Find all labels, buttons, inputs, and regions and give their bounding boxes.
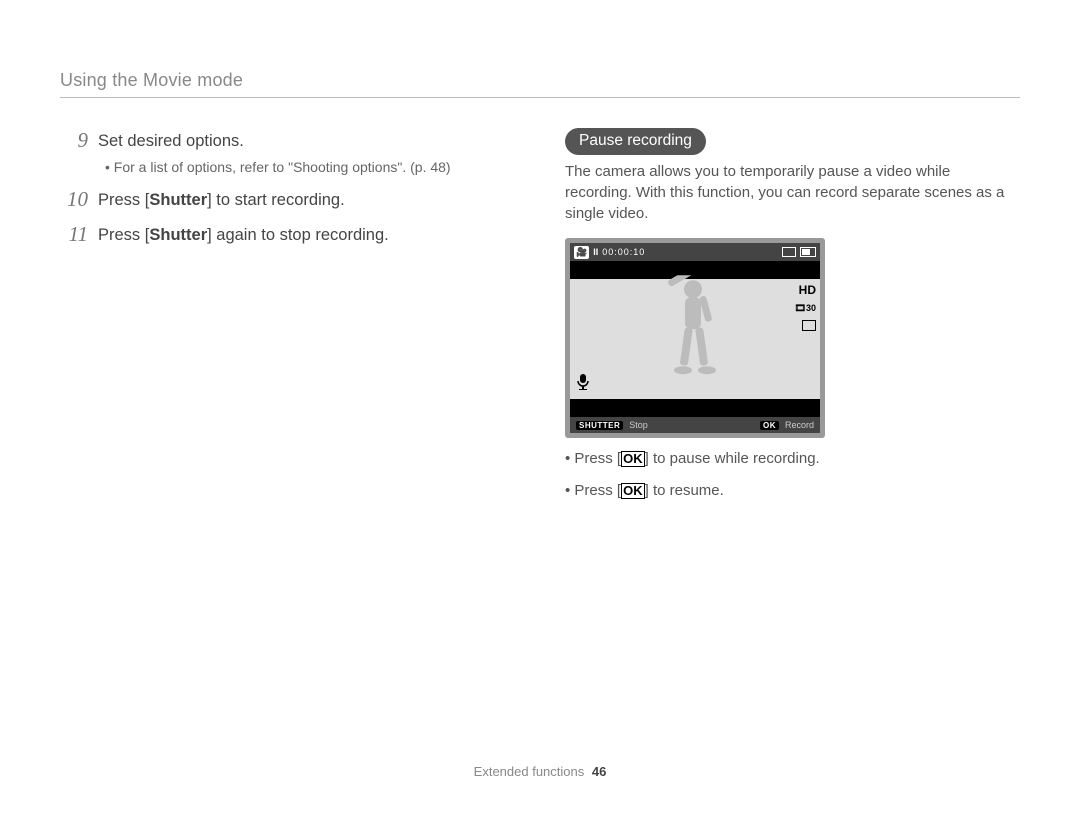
subsection-heading: Pause recording	[565, 128, 706, 155]
step-9: 9 Set desired options.	[60, 128, 515, 153]
page-section-title: Using the Movie mode	[60, 70, 1020, 91]
step-11: 11 Press [Shutter] again to stop recordi…	[60, 222, 515, 247]
ok-key-icon: OK	[621, 483, 645, 499]
fps-indicator: 🎞30	[795, 303, 816, 314]
ok-keycap: OK	[760, 421, 779, 430]
left-column: 9 Set desired options. For a list of opt…	[60, 128, 515, 502]
step-number: 11	[60, 222, 88, 247]
lcd-status-bar: 🎥 II 00:00:10	[570, 243, 820, 261]
battery-icon	[800, 247, 816, 257]
step-text: Press [Shutter] again to stop recording.	[98, 222, 389, 247]
metering-icon	[802, 320, 816, 331]
shutter-keycap: SHUTTER	[576, 421, 623, 430]
step-10: 10 Press [Shutter] to start recording.	[60, 187, 515, 212]
footer-page-number: 46	[592, 764, 606, 779]
step-9-subnote: For a list of options, refer to "Shootin…	[105, 159, 515, 175]
ok-key-icon: OK	[621, 451, 645, 467]
lcd-bottom-bar: SHUTTER Stop OK Record	[570, 417, 820, 433]
camera-lcd-illustration: 🎥 II 00:00:10	[565, 238, 825, 438]
step-text: Set desired options.	[98, 128, 244, 153]
movie-mode-icon: 🎥	[574, 246, 589, 259]
divider	[60, 97, 1020, 98]
footer-section: Extended functions	[474, 764, 585, 779]
record-label: Record	[785, 420, 814, 430]
lcd-right-indicators: HD 🎞30	[795, 283, 816, 331]
lcd-viewfinder: HD 🎞30	[570, 279, 820, 399]
stop-label: Stop	[629, 420, 648, 430]
rec-time: 00:00:10	[602, 247, 645, 257]
page-footer: Extended functions 46	[0, 764, 1080, 779]
step-text: Press [Shutter] to start recording.	[98, 187, 345, 212]
hd-indicator: HD	[799, 283, 816, 297]
pause-icon: II	[593, 247, 598, 257]
step-number: 9	[60, 128, 88, 153]
memory-icon	[782, 247, 796, 257]
right-column: Pause recording The camera allows you to…	[565, 128, 1020, 502]
tip-line: Press [OK] to resume.	[565, 480, 1020, 502]
tip-line: Press [OK] to pause while recording.	[565, 448, 1020, 470]
subsection-description: The camera allows you to temporarily pau…	[565, 161, 1020, 224]
mic-icon	[576, 374, 590, 393]
step-number: 10	[60, 187, 88, 212]
person-silhouette-icon	[655, 275, 735, 385]
